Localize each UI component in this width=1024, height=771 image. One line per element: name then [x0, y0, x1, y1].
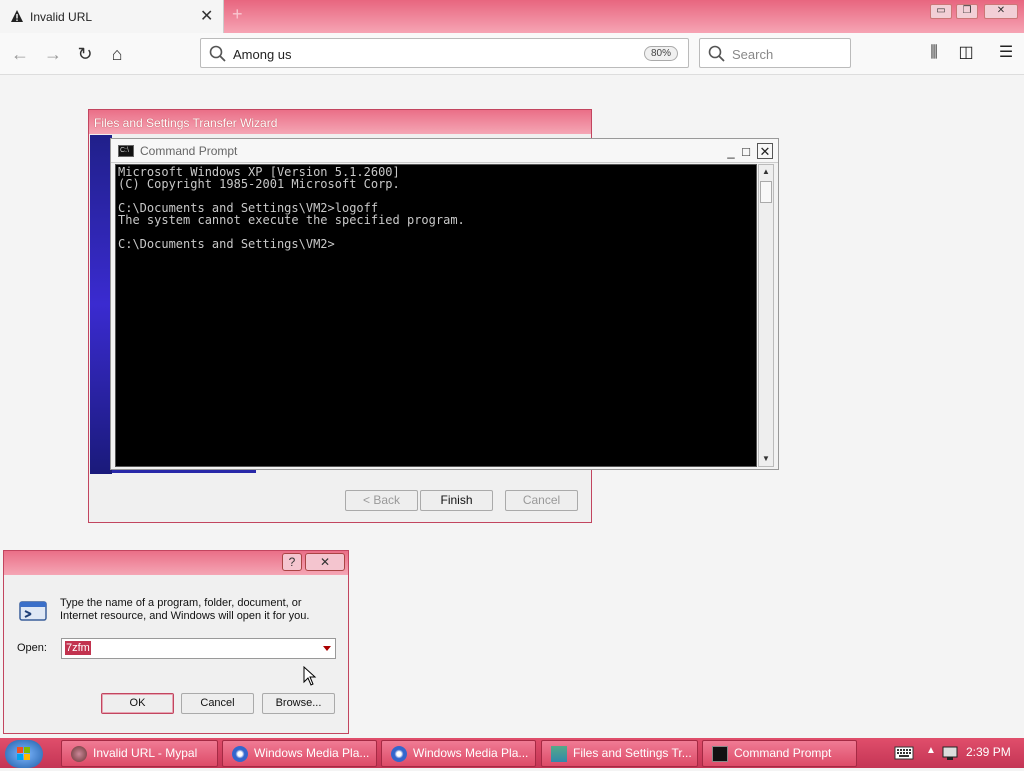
taskbar: Invalid URL - Mypal Windows Media Pla...…: [0, 738, 1024, 768]
taskbar-item-transfer-wizard[interactable]: Files and Settings Tr...: [541, 740, 698, 767]
run-close-button[interactable]: ✕: [305, 553, 345, 571]
run-icon: [19, 601, 47, 621]
search-icon: [209, 45, 226, 62]
url-bar[interactable]: Among us 80%: [200, 38, 689, 68]
show-hidden-icons-icon[interactable]: ▲: [926, 745, 936, 756]
scroll-thumb[interactable]: [760, 181, 772, 203]
system-tray: ▲ 2:39 PM: [890, 738, 1024, 768]
close-window-button[interactable]: ✕: [984, 4, 1018, 19]
open-label: Open:: [17, 642, 47, 654]
help-button[interactable]: ?: [282, 553, 302, 571]
taskbar-item-label: Invalid URL - Mypal: [93, 746, 198, 760]
search-bar[interactable]: Search: [699, 38, 851, 68]
home-icon[interactable]: ⌂: [104, 41, 130, 67]
taskbar-item-label: Command Prompt: [734, 746, 832, 760]
tab-close-icon[interactable]: ✕: [200, 6, 213, 26]
back-button[interactable]: < Back: [345, 490, 418, 511]
browser-tab[interactable]: Invalid URL ✕: [0, 0, 224, 33]
cmd-close-button[interactable]: ✕: [757, 143, 773, 159]
open-value: 7zfm: [65, 641, 91, 655]
taskbar-item-label: Windows Media Pla...: [254, 746, 370, 760]
forward-arrow-icon[interactable]: →: [40, 41, 66, 67]
cmd-icon: C:\: [118, 145, 134, 157]
open-combobox[interactable]: 7zfm: [61, 638, 336, 659]
browser-nav-bar: ← → ↻ ⌂ Among us 80% Search ⫼ ◫ ☰: [0, 33, 1024, 75]
back-arrow-icon[interactable]: ←: [7, 41, 33, 67]
browse-button[interactable]: Browse...: [262, 693, 335, 714]
chevron-down-icon[interactable]: [323, 646, 331, 651]
command-prompt-window: C:\ Command Prompt _ □ ✕ Microsoft Windo…: [110, 138, 779, 470]
zoom-indicator[interactable]: 80%: [643, 46, 678, 61]
wizard-title: Files and Settings Transfer Wizard: [89, 110, 591, 134]
cmd-titlebar[interactable]: C:\ Command Prompt _ □ ✕: [111, 139, 778, 163]
mouse-cursor-icon: [303, 666, 317, 686]
keyboard-icon[interactable]: [894, 745, 914, 761]
mypal-icon: [71, 746, 87, 762]
taskbar-item-command-prompt[interactable]: Command Prompt: [702, 740, 857, 767]
scroll-up-icon[interactable]: ▲: [759, 165, 773, 179]
taskbar-item-label: Files and Settings Tr...: [573, 746, 692, 760]
windows-logo-icon: [17, 747, 30, 760]
ok-button[interactable]: OK: [101, 693, 174, 714]
taskbar-item-media-player-1[interactable]: Windows Media Pla...: [222, 740, 377, 767]
menu-icon[interactable]: ☰: [994, 41, 1018, 65]
cmd-title: Command Prompt: [140, 144, 238, 158]
search-icon: [708, 45, 725, 62]
transfer-wizard-icon: [551, 746, 567, 762]
taskbar-item-mypal[interactable]: Invalid URL - Mypal: [61, 740, 218, 767]
taskbar-item-label: Windows Media Pla...: [413, 746, 529, 760]
wizard-sidebar-graphic: [90, 135, 112, 474]
clock[interactable]: 2:39 PM: [966, 745, 1011, 759]
console-scrollbar[interactable]: ▲ ▼: [758, 164, 774, 467]
tab-title: Invalid URL: [30, 10, 93, 24]
wizard-cancel-button[interactable]: Cancel: [505, 490, 578, 511]
url-text: Among us: [233, 47, 292, 62]
search-placeholder: Search: [732, 47, 774, 62]
browser-tab-strip: Invalid URL ✕ + ▭ ❐ ✕: [0, 0, 1024, 33]
scroll-down-icon[interactable]: ▼: [759, 452, 773, 466]
run-description: Type the name of a program, folder, docu…: [60, 597, 310, 622]
library-icon[interactable]: ⫼: [922, 41, 946, 65]
minimize-window-button[interactable]: ▭: [930, 4, 952, 19]
cmd-minimize-button[interactable]: _: [723, 143, 739, 159]
command-prompt-icon: [712, 746, 728, 762]
run-titlebar[interactable]: ? ✕: [4, 551, 348, 575]
sidebar-icon[interactable]: ◫: [954, 41, 978, 65]
network-icon[interactable]: [942, 745, 958, 761]
reload-icon[interactable]: ↻: [72, 41, 98, 67]
start-button[interactable]: [5, 740, 43, 768]
taskbar-item-media-player-2[interactable]: Windows Media Pla...: [381, 740, 536, 767]
new-tab-icon[interactable]: +: [232, 4, 243, 25]
media-player-icon: [391, 746, 407, 762]
cmd-maximize-button[interactable]: □: [738, 143, 754, 159]
run-cancel-button[interactable]: Cancel: [181, 693, 254, 714]
media-player-icon: [232, 746, 248, 762]
finish-button[interactable]: Finish: [420, 490, 493, 511]
warning-icon: [11, 10, 23, 22]
restore-window-button[interactable]: ❐: [956, 4, 978, 19]
run-dialog: ? ✕ Type the name of a program, folder, …: [3, 550, 349, 734]
console-output[interactable]: Microsoft Windows XP [Version 5.1.2600] …: [115, 164, 757, 467]
